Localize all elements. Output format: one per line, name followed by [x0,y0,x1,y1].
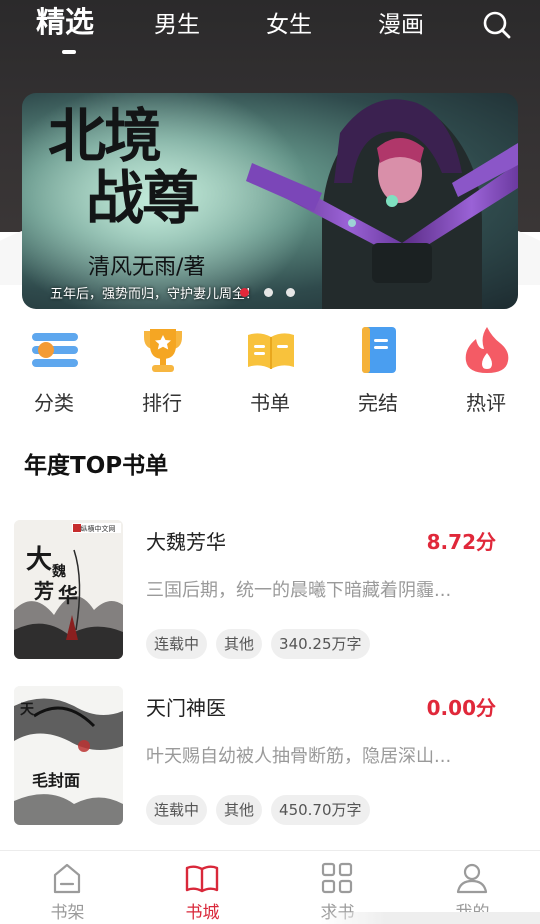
word-count-tag: 450.70万字 [271,795,370,825]
open-book-icon [248,333,294,369]
book-title: 天门神医 [146,696,226,720]
tab-featured[interactable]: 精选 [36,5,94,39]
bookshelf-icon [53,863,81,894]
svg-text:天: 天 [20,702,35,718]
nav-book-city[interactable]: 书城 [135,851,270,924]
trophy-icon [144,329,182,372]
carousel-dot[interactable] [264,288,273,297]
finished-button[interactable]: 完结 [324,325,432,421]
category-label: 分类 [34,391,74,415]
grid-icon [321,862,353,894]
book-score: 8.72分 [426,530,496,554]
svg-text:华: 华 [58,583,78,607]
search-button[interactable] [480,8,514,42]
tab-female[interactable]: 女生 [266,8,312,42]
cover-author-text: 毛封面 [32,771,80,790]
category-button[interactable]: 分类 [0,325,108,421]
book-description: 三国后期，统一的晨曦下暗藏着阴霾... [146,580,452,601]
genre-tag: 其他 [216,795,263,825]
book-cover: 纵横中文网 大 魏 芳 华 [14,520,123,659]
status-tag: 连载中 [146,629,208,659]
book-cover: 天 毛封面 [14,686,123,825]
hot-review-label: 热评 [466,391,506,415]
tab-active-indicator [62,50,76,54]
tab-comics[interactable]: 漫画 [378,8,424,42]
top-tab-bar: 精选 男生 女生 漫画 [0,0,540,60]
book-city-icon [185,865,219,893]
flame-icon [465,327,509,373]
section-title: 年度TOP书单 [24,453,169,479]
svg-text:大: 大 [26,545,52,575]
tab-male[interactable]: 男生 [154,8,200,42]
book-item[interactable]: 天 毛封面 天门神医 0.00分 叶天赐自幼被人抽骨断筋，隐居深山... 连载中… [0,686,540,836]
book-item[interactable]: 纵横中文网 大 魏 芳 华 大魏芳华 8.72分 三国后期，统一的晨曦下暗藏着阴… [0,520,540,670]
banner-description: 五年后，强势而归，守护妻儿周全！ [50,287,259,302]
book-title: 大魏芳华 [146,530,226,554]
word-count-tag: 340.25万字 [271,629,370,659]
booklist-label: 书单 [250,391,290,415]
banner-title: 北境 战尊 [48,102,200,232]
banner-title-line1: 北境 [48,102,162,170]
cover-badge-text: 纵横中文网 [81,524,116,533]
ranking-label: 排行 [142,391,182,415]
featured-banner[interactable]: 北境 战尊 清风无雨/著 五年后，强势而归，守护妻儿周全！ [22,93,518,309]
book-city-page: 精选 男生 女生 漫画 北境 战尊 清风无雨/著 五年后，强势而归，守护妻儿周全… [0,0,540,924]
banner-author: 清风无雨/著 [88,255,206,280]
status-tag: 连载中 [146,795,208,825]
book-description: 叶天赐自幼被人抽骨断筋，隐居深山... [146,746,452,767]
genre-tag: 其他 [216,629,263,659]
category-shortcuts: 分类 排行 书单 完结 热评 [0,309,540,431]
banner-title-line2: 战尊 [86,164,200,232]
finished-book-icon [362,327,396,373]
bottom-fade-overlay [320,912,540,924]
book-cover-art: 天 毛封面 [14,686,123,825]
svg-text:芳: 芳 [34,579,54,603]
booklist-button[interactable]: 书单 [216,325,324,421]
category-icon [32,333,78,367]
search-icon [483,11,511,39]
nav-book-city-label: 书城 [185,903,220,923]
nav-bookshelf[interactable]: 书架 [0,851,135,924]
carousel-dot-active[interactable] [240,288,249,297]
ranking-button[interactable]: 排行 [108,325,216,421]
book-tags: 连载中 其他 450.70万字 [146,795,379,825]
hot-review-button[interactable]: 热评 [432,325,540,421]
svg-text:魏: 魏 [51,563,66,580]
user-icon [456,863,488,894]
carousel-dots [232,286,312,298]
finished-label: 完结 [358,391,398,415]
book-score: 0.00分 [426,696,496,720]
nav-bookshelf-label: 书架 [50,903,85,923]
book-cover-art: 纵横中文网 大 魏 芳 华 [14,520,123,659]
carousel-dot[interactable] [286,288,295,297]
book-tags: 连载中 其他 340.25万字 [146,629,379,659]
